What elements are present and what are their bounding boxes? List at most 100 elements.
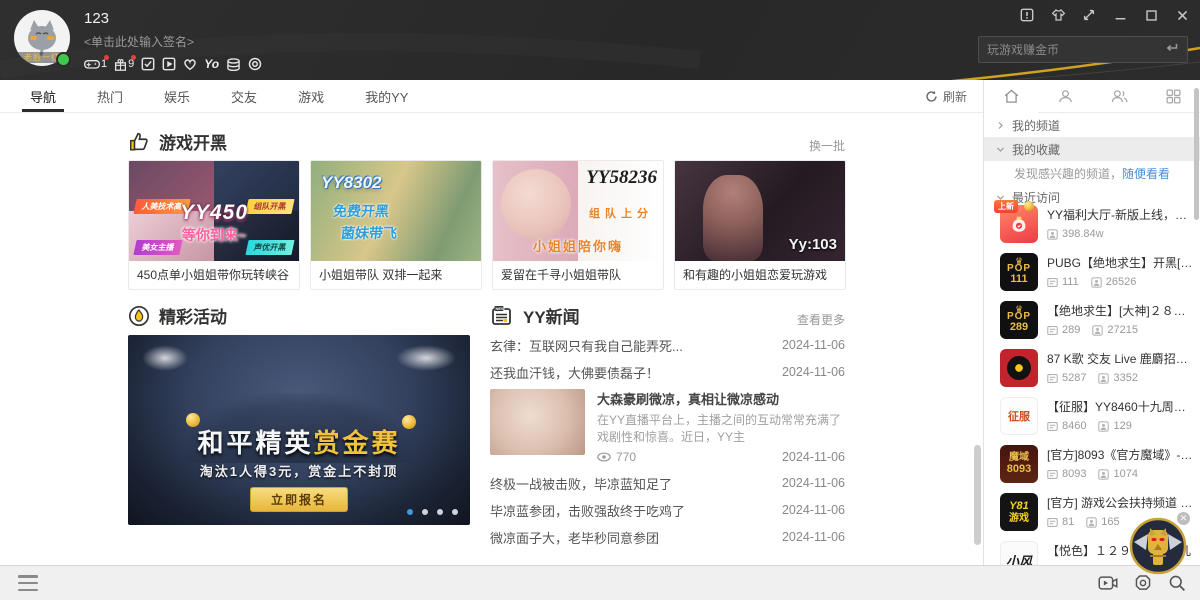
- channel-id-stat: 289: [1047, 324, 1080, 336]
- group-label: 我的收藏: [1012, 141, 1060, 158]
- channel-id: 8093: [1062, 468, 1086, 480]
- video-square-badge[interactable]: [162, 57, 176, 71]
- yo-badge[interactable]: Yo: [204, 57, 219, 71]
- game-card-4[interactable]: Yy:103 和有趣的小姐姐恋爱玩游戏: [674, 160, 846, 290]
- carousel-dot-4[interactable]: [452, 509, 458, 515]
- feedback-button[interactable]: [1019, 7, 1035, 23]
- enter-icon[interactable]: [1164, 41, 1179, 59]
- menu-icon[interactable]: [18, 575, 38, 591]
- channel-title: PUBG【绝地求生】开黑[大神]全网第一名: [1047, 254, 1194, 271]
- channel-item[interactable]: ♛ POP 111 PUBG【绝地求生】开黑[大神]全网第一名 111 2652…: [984, 249, 1200, 297]
- channel-stats: 8093 1074: [1047, 468, 1194, 480]
- gift-badge[interactable]: 9: [114, 58, 134, 71]
- game-card-1[interactable]: 人美技术高 组队开黑 美女主播 声优开黑 YY450 等你到来~ 450点单小姐…: [128, 160, 300, 290]
- scale-button[interactable]: [1081, 7, 1097, 23]
- tab-youxi[interactable]: 游戏: [298, 80, 324, 112]
- news-item-date: 2024-11-06: [782, 530, 845, 544]
- discover-row: 发现感兴趣的频道， 随便看看: [984, 161, 1200, 185]
- change-batch-link[interactable]: 换一批: [809, 137, 845, 154]
- activity-banner[interactable]: 和平精英赏金赛 淘汰1人得3元，赏金上不封顶 立即报名: [128, 335, 470, 525]
- group-my-favorites[interactable]: 我的收藏: [984, 137, 1200, 161]
- channel-item[interactable]: 上新 YY福利大厅-新版上线，Q币皮肤免费领 398.84w: [984, 201, 1200, 249]
- discover-link[interactable]: 随便看看: [1122, 165, 1170, 182]
- check-square-badge[interactable]: [141, 57, 155, 71]
- channel-title: 【征服】YY8460十九周年庆一起闯荡19年: [1047, 398, 1194, 415]
- icon-text: 游戏: [1009, 513, 1029, 524]
- news-item[interactable]: 玄律：互联网只有我自己能弄死... 2024-11-06: [490, 335, 845, 355]
- badge-row: 1 9: [84, 57, 262, 71]
- channel-id-stat: 8093: [1047, 468, 1086, 480]
- tab-daohang[interactable]: 导航: [30, 80, 56, 112]
- news-section-title: YY新闻: [523, 303, 580, 328]
- game-card-2[interactable]: YY8302 免费开黑 菌妹带飞 小姐姐带队 双排一起来: [310, 160, 482, 290]
- channel-stats: 289 27215: [1047, 324, 1194, 336]
- channel-stats: 8460 129: [1047, 420, 1194, 432]
- channel-item[interactable]: ♛ POP 289 【绝地求生】[大神]２８９三角洲/联盟/赛 289 2721…: [984, 297, 1200, 345]
- golden-lion-badge[interactable]: ✕: [1128, 516, 1188, 576]
- heart-badge[interactable]: [183, 58, 197, 71]
- channel-id-stat: 81: [1047, 516, 1074, 528]
- channel-item[interactable]: 征服 【征服】YY8460十九周年庆一起闯荡19年 8460 129: [984, 393, 1200, 441]
- channel-icon-ksong: [1000, 349, 1038, 387]
- news-item[interactable]: 毕凉蓝参团，击败强敌终于吃鸡了 2024-11-06: [490, 500, 845, 520]
- card-channel-number: Yy:103: [789, 236, 837, 253]
- tab-wodeyy[interactable]: 我的YY: [365, 80, 408, 112]
- carousel-dot-1[interactable]: [407, 509, 413, 515]
- sidebar-tab-apps[interactable]: [1146, 80, 1200, 113]
- see-more-link[interactable]: 查看更多: [797, 311, 845, 328]
- group-my-channels[interactable]: 我的频道: [984, 113, 1200, 137]
- tab-remen[interactable]: 热门: [97, 80, 123, 112]
- signature-placeholder[interactable]: <单击此处输入签名>: [84, 33, 262, 50]
- flame-icon: [128, 305, 150, 327]
- gift-badge-count: 9: [128, 58, 134, 70]
- tab-yule[interactable]: 娱乐: [164, 80, 190, 112]
- close-button[interactable]: [1174, 7, 1190, 23]
- game-card-2-image: YY8302 免费开黑 菌妹带飞: [311, 161, 481, 261]
- minimize-button[interactable]: [1112, 7, 1128, 23]
- main-scrollbar-thumb[interactable]: [974, 445, 981, 545]
- icon-text: 魔域: [1009, 452, 1029, 463]
- notification-dot: [131, 55, 136, 60]
- online-status-dot: [56, 52, 71, 67]
- channel-icon-gift: 上新: [1000, 205, 1038, 243]
- screen-record-button[interactable]: [1098, 575, 1118, 591]
- news-item[interactable]: 还我血汗钱，大佛要债磊子！ 2024-11-06: [490, 362, 845, 382]
- coins-badge[interactable]: [226, 58, 241, 71]
- ring-badge[interactable]: [248, 57, 262, 71]
- vinyl-record-icon: [1007, 356, 1031, 380]
- controller-badge[interactable]: 1: [84, 58, 107, 70]
- skin-button[interactable]: [1050, 7, 1066, 23]
- news-featured-item[interactable]: 大森豪刷微凉，真相让微凉感动 在YY直播平台上，主播之间的互动常常充满了戏剧性和…: [490, 389, 845, 464]
- card-slogan: 组队上分: [589, 205, 653, 221]
- username[interactable]: 123: [84, 10, 262, 27]
- sidebar-scrollbar-thumb[interactable]: [1194, 88, 1199, 220]
- news-item-text: 微凉面子大，老毕秒同意参团: [490, 528, 770, 547]
- lens-button[interactable]: [1134, 574, 1152, 592]
- news-list: 玄律：互联网只有我自己能弄死... 2024-11-06 还我血汗钱，大佛要债磊…: [490, 335, 845, 554]
- search-input[interactable]: [987, 43, 1158, 57]
- refresh-button[interactable]: 刷新: [925, 80, 967, 113]
- carousel-dot-3[interactable]: [437, 509, 443, 515]
- carousel-dot-2[interactable]: [422, 509, 428, 515]
- news-featured-desc: 在YY直播平台上，主播之间的互动常常充满了戏剧性和惊喜。近日，YY主: [597, 412, 845, 446]
- main-nav: 导航 热门 娱乐 交友 游戏 我的YY 刷新: [0, 80, 983, 113]
- channel-item[interactable]: 魔域 8093 [官方]8093《官方魔域》-热血还在，我们 8093 1074: [984, 441, 1200, 489]
- sidebar-tab-home[interactable]: [984, 80, 1038, 113]
- news-item[interactable]: 终极一战被击败，毕凉蓝知足了 2024-11-06: [490, 473, 845, 493]
- gift-icon: [114, 58, 127, 71]
- channel-item[interactable]: 87 K歌 交友 Live 鹿麝招歌手 首页排行榜 5287 3352: [984, 345, 1200, 393]
- game-card-3[interactable]: YY58236 组队上分 小姐姐陪你嗨 爱留在千寻小姐姐带队: [492, 160, 664, 290]
- main-content: 游戏开黑 换一批 人美技术高 组队开黑 美女主播 声优开黑 YY450 等你到来…: [0, 113, 983, 565]
- signup-button[interactable]: 立即报名: [250, 487, 348, 512]
- emblem-close-icon[interactable]: ✕: [1177, 512, 1190, 525]
- video-square-icon: [162, 57, 176, 71]
- tab-jiaoyou[interactable]: 交友: [231, 80, 257, 112]
- sidebar-tab-profile[interactable]: [1038, 80, 1092, 113]
- apps-grid-icon: [1165, 88, 1182, 105]
- news-item[interactable]: 微凉面子大，老毕秒同意参团 2024-11-06: [490, 527, 845, 547]
- user-info: 123 <单击此处输入签名> 1: [84, 10, 262, 71]
- viewers-count: 3352: [1113, 372, 1137, 384]
- maximize-button[interactable]: [1143, 7, 1159, 23]
- search-button[interactable]: [1168, 574, 1186, 592]
- sidebar-tab-contacts[interactable]: [1092, 80, 1146, 113]
